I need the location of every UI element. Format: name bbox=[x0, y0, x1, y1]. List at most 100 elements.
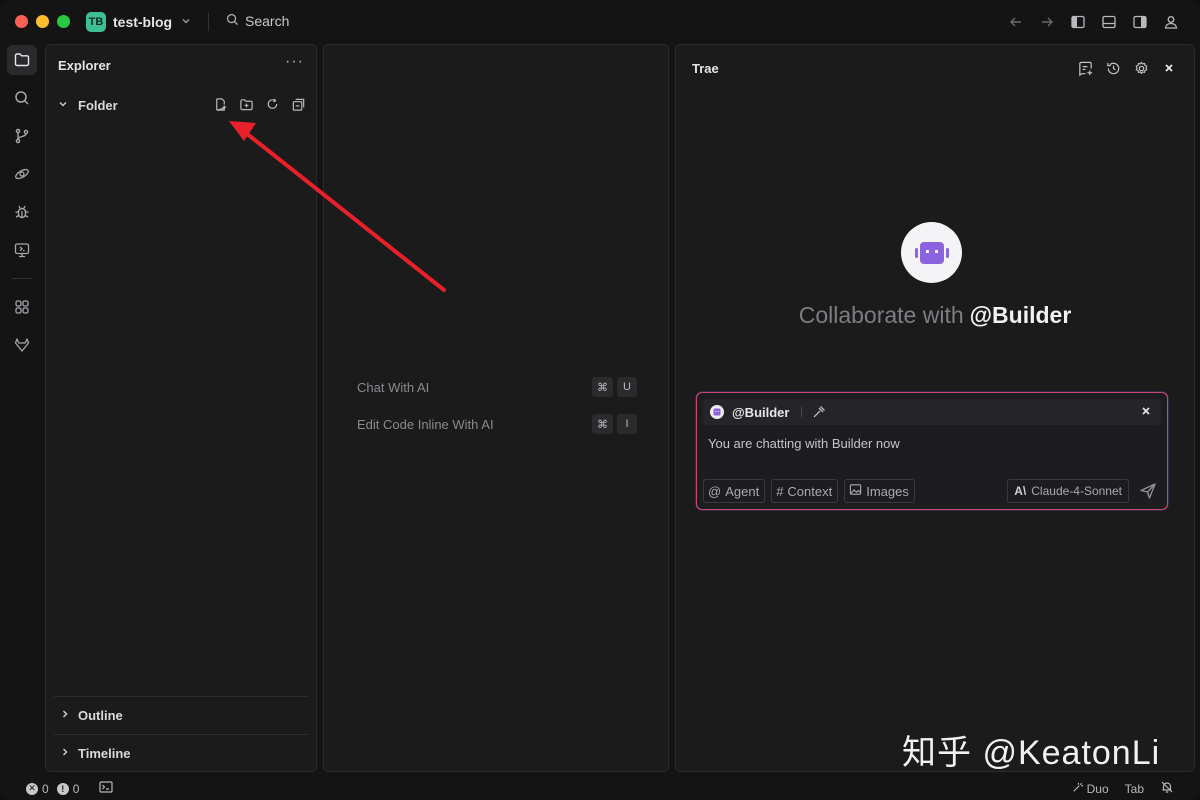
new-file-icon[interactable] bbox=[212, 96, 228, 112]
forward-arrow-icon[interactable] bbox=[1037, 12, 1056, 31]
explorer-icon[interactable] bbox=[7, 45, 37, 75]
gitlab-icon[interactable] bbox=[7, 330, 37, 360]
tab-label[interactable]: Tab bbox=[1125, 782, 1144, 796]
explorer-panel: Explorer ··· Folder Outline Timeline bbox=[45, 44, 317, 772]
duo-label: Duo bbox=[1086, 781, 1109, 796]
toggle-left-panel-icon[interactable] bbox=[1068, 12, 1087, 31]
collaborate-agent: @Builder bbox=[969, 302, 1072, 328]
at-icon: @ bbox=[708, 483, 722, 499]
chevron-right-icon bbox=[60, 747, 74, 760]
collaborate-prefix: Collaborate with bbox=[798, 302, 964, 328]
status-right: Duo Tab bbox=[1071, 780, 1174, 797]
refresh-icon[interactable] bbox=[264, 96, 280, 112]
notifications-off-icon[interactable] bbox=[1160, 780, 1174, 797]
chevron-down-icon bbox=[58, 99, 72, 112]
editor-panel: Chat With AI ⌘ U Edit Code Inline With A… bbox=[323, 44, 669, 772]
error-count: 0 bbox=[42, 781, 49, 796]
images-chip[interactable]: Images bbox=[844, 479, 915, 503]
letter-key: I bbox=[617, 414, 637, 434]
hint-label: Chat With AI bbox=[357, 379, 430, 395]
project-switcher[interactable]: TB test-blog bbox=[86, 12, 191, 32]
window-controls bbox=[15, 15, 70, 28]
back-arrow-icon[interactable] bbox=[1006, 12, 1025, 31]
search-button[interactable]: Search bbox=[226, 13, 289, 29]
activity-bar bbox=[0, 44, 44, 774]
problems-indicator[interactable]: ✕ 0 ! 0 bbox=[26, 781, 113, 796]
zoom-window-button[interactable] bbox=[57, 15, 70, 28]
activity-divider bbox=[12, 278, 32, 279]
account-icon[interactable] bbox=[1161, 12, 1180, 31]
agent-tag-bar: @Builder bbox=[703, 399, 1161, 425]
shortcut-keys: ⌘ I bbox=[592, 414, 637, 434]
new-folder-icon[interactable] bbox=[238, 96, 254, 112]
timeline-label: Timeline bbox=[78, 746, 131, 761]
terminal-icon[interactable] bbox=[99, 781, 113, 796]
title-bar: TB test-blog Search bbox=[0, 0, 1200, 44]
outline-label: Outline bbox=[78, 708, 123, 723]
new-chat-icon[interactable] bbox=[1076, 59, 1094, 77]
chevron-right-icon bbox=[60, 709, 74, 722]
agent-tag[interactable]: @Builder bbox=[732, 405, 789, 420]
source-control-icon[interactable] bbox=[7, 121, 37, 151]
warning-count: 0 bbox=[72, 781, 80, 796]
folder-label: Folder bbox=[78, 97, 118, 113]
duo-button[interactable]: Duo bbox=[1071, 781, 1109, 797]
chat-panel: Trae Collaborate with @Builder @Builder … bbox=[675, 44, 1195, 772]
shortcut-keys: ⌘ U bbox=[592, 377, 637, 397]
collaborate-heading: Collaborate with @Builder bbox=[676, 302, 1194, 329]
images-chip-label: Images bbox=[866, 483, 909, 499]
close-icon[interactable] bbox=[1160, 59, 1178, 77]
letter-key: U bbox=[617, 377, 637, 397]
builder-avatar-icon bbox=[901, 222, 962, 283]
hash-icon: # bbox=[776, 483, 784, 499]
project-badge: TB bbox=[86, 12, 106, 32]
folder-tree-item[interactable]: Folder bbox=[58, 96, 306, 114]
toggle-right-panel-icon[interactable] bbox=[1130, 12, 1149, 31]
chat-toolbar bbox=[1076, 59, 1178, 77]
remote-icon[interactable] bbox=[7, 235, 37, 265]
hint-label: Edit Code Inline With AI bbox=[357, 416, 494, 432]
hint-chat-with-ai: Chat With AI ⌘ U bbox=[357, 376, 637, 398]
settings-gear-icon[interactable] bbox=[1132, 59, 1150, 77]
hint-edit-inline: Edit Code Inline With AI ⌘ I bbox=[357, 413, 637, 435]
context-chip-label: Context bbox=[787, 483, 833, 499]
image-icon bbox=[849, 483, 862, 499]
send-icon[interactable] bbox=[1139, 482, 1157, 505]
command-key: ⌘ bbox=[592, 377, 613, 397]
run-preview-icon[interactable] bbox=[7, 159, 37, 189]
collapse-all-icon[interactable] bbox=[290, 96, 306, 112]
composer-chips: @ Agent # Context Images bbox=[703, 479, 915, 503]
debug-icon[interactable] bbox=[7, 197, 37, 227]
status-bar: ✕ 0 ! 0 Duo Tab bbox=[0, 776, 1200, 800]
outline-section[interactable]: Outline bbox=[54, 696, 309, 734]
agent-chip[interactable]: @ Agent bbox=[703, 479, 766, 503]
builder-avatar-icon bbox=[710, 405, 724, 419]
app-window: TB test-blog Search Explorer ··· Folder … bbox=[0, 0, 1200, 800]
more-actions-button[interactable]: ··· bbox=[285, 53, 304, 71]
minimize-window-button[interactable] bbox=[36, 15, 49, 28]
warning-icon: ! bbox=[56, 782, 69, 795]
context-chip[interactable]: # Context bbox=[771, 479, 839, 503]
history-icon[interactable] bbox=[1104, 59, 1122, 77]
search-icon bbox=[226, 13, 239, 29]
extensions-icon[interactable] bbox=[7, 292, 37, 322]
remove-agent-icon[interactable] bbox=[1141, 404, 1151, 419]
chevron-down-icon bbox=[181, 16, 191, 29]
title-divider bbox=[208, 13, 209, 31]
chat-composer[interactable]: @Builder You are chatting with Builder n… bbox=[696, 392, 1168, 510]
model-selector[interactable]: A\ Claude-4-Sonnet bbox=[1007, 479, 1129, 503]
sparkle-pen-icon bbox=[1071, 781, 1084, 797]
error-icon: ✕ bbox=[26, 782, 38, 795]
watermark: 知乎 @KeatonLi bbox=[902, 734, 1161, 772]
project-name: test-blog bbox=[113, 14, 173, 30]
model-name: Claude-4-Sonnet bbox=[1031, 484, 1122, 498]
composer-message[interactable]: You are chatting with Builder now bbox=[708, 436, 900, 451]
toggle-bottom-panel-icon[interactable] bbox=[1099, 12, 1118, 31]
anthropic-icon: A\ bbox=[1014, 484, 1027, 498]
folder-toolbar bbox=[212, 96, 306, 112]
timeline-section[interactable]: Timeline bbox=[54, 734, 309, 772]
search-label: Search bbox=[245, 13, 290, 29]
tool-hammer-icon[interactable] bbox=[812, 405, 826, 419]
close-window-button[interactable] bbox=[15, 15, 28, 28]
search-icon[interactable] bbox=[7, 83, 37, 113]
